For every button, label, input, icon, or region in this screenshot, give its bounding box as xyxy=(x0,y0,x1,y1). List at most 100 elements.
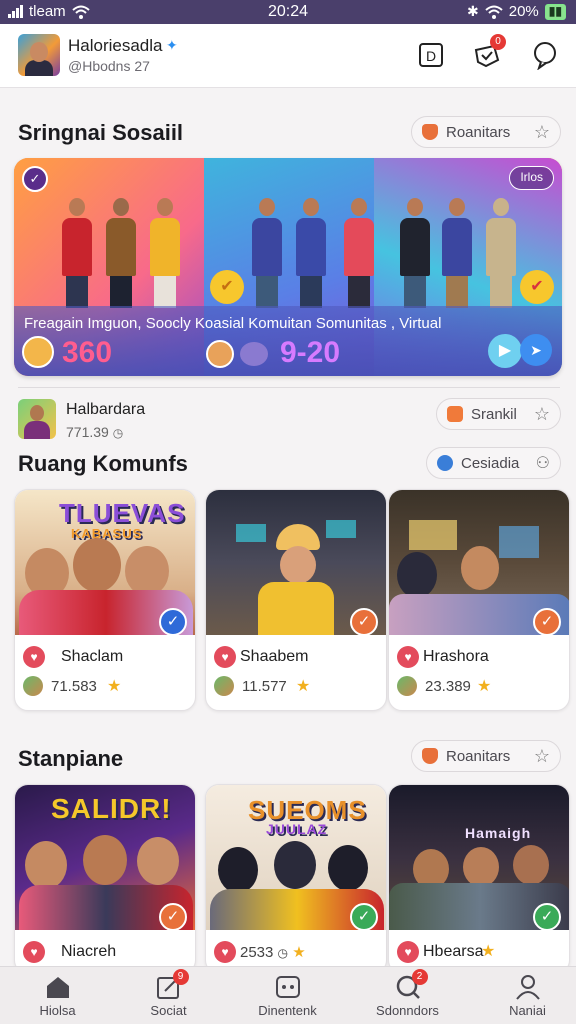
chevron-down-icon: ✔ xyxy=(210,270,244,304)
person-figure xyxy=(513,845,549,885)
check-badge[interactable]: ✓ xyxy=(533,903,561,931)
avatar[interactable] xyxy=(18,34,60,76)
check-badge[interactable]: ✓ xyxy=(350,608,378,636)
card-title: Hbearsa xyxy=(423,943,484,960)
clock-icon: ◷ xyxy=(277,946,289,960)
tab-social[interactable]: 9 Sociat xyxy=(111,967,226,1024)
card-title: Shaabem xyxy=(240,648,309,665)
battery-icon: ▮▮ xyxy=(544,3,566,20)
community-icon: ♥ xyxy=(397,941,419,963)
community-icon: ♥ xyxy=(214,941,236,963)
emoji-icon xyxy=(22,336,54,368)
person-figure xyxy=(73,538,121,592)
card-scene-subtext: JUULAZ xyxy=(266,821,328,837)
filter-chip[interactable]: Srankil ☆ xyxy=(436,398,561,430)
svg-text:D: D xyxy=(426,48,436,64)
user-stat: 771.39 ◷ xyxy=(66,424,123,440)
notification-badge: 0 xyxy=(490,34,506,50)
card-title: Shaclam xyxy=(61,648,124,665)
banner-stat: 9-20 xyxy=(280,336,341,369)
featured-banner[interactable]: ✓ ✔ ✔ Irlos Freagain Imguon, Soocly Koas… xyxy=(14,158,562,376)
check-badge[interactable]: ✓ xyxy=(350,903,378,931)
chip-label: Roanitars xyxy=(446,123,511,141)
card-scene-text: TLUEVAS xyxy=(59,498,186,528)
person-figure xyxy=(463,847,499,887)
tab-search[interactable]: 2 Sdonndors xyxy=(350,967,465,1024)
tab-home[interactable]: Hiolsa xyxy=(0,967,115,1024)
person-figure xyxy=(397,552,437,598)
bottom-tab-bar: Hiolsa 9 Sociat Dinentenk 2 Sdonndors Na… xyxy=(0,966,576,1024)
community-card[interactable]: SUEOMS JUULAZ ✓ ♥ 2533 ◷ ★ xyxy=(205,784,387,974)
tab-messages[interactable]: Dinentenk xyxy=(230,967,345,1024)
chip-label: Srankil xyxy=(471,405,517,423)
tab-badge: 2 xyxy=(411,969,428,985)
screen-light xyxy=(499,526,539,558)
community-icon: ♥ xyxy=(214,646,236,668)
star-icon: ★ xyxy=(481,943,496,960)
person-figure xyxy=(328,845,368,891)
home-icon xyxy=(46,977,69,998)
card-stat: 71.583 xyxy=(51,678,97,695)
community-card[interactable]: Hamaigh ✓ ♥ Hbearsa ★ xyxy=(388,784,570,974)
star-outline-icon[interactable]: ☆ xyxy=(534,404,550,425)
user-add-icon[interactable]: ⚇ xyxy=(536,453,550,473)
community-card[interactable]: TLUEVAS KABASUS ✓ ♥ Shaclam 71.583 ★ xyxy=(14,489,196,711)
notification-button[interactable]: 0 xyxy=(472,34,506,70)
check-badge[interactable]: ✓ xyxy=(159,903,187,931)
card-stat-value: 2533 xyxy=(240,944,274,961)
star-icon: ★ xyxy=(477,678,492,695)
community-card[interactable]: ✓ ♥ Shaabem 11.577 ★ xyxy=(205,489,387,711)
card-title: Niacreh xyxy=(61,943,117,960)
tab-label: Sdonndors xyxy=(376,1003,439,1018)
tab-profile[interactable]: Naniai xyxy=(470,967,576,1024)
app-header: Haloriesadla ✦ @Hbodns 27 D 0 xyxy=(0,24,576,88)
avatar[interactable] xyxy=(18,399,56,439)
wifi-icon xyxy=(485,5,503,19)
user-stat-value: 771.39 xyxy=(66,424,109,440)
tab-label: Naniai xyxy=(509,1003,546,1018)
tag-icon xyxy=(447,406,463,422)
star-outline-icon[interactable]: ☆ xyxy=(534,746,550,767)
verified-icon: ✦ xyxy=(166,37,178,53)
filter-chip[interactable]: Roanitars ☆ xyxy=(411,740,561,772)
check-badge[interactable]: ✓ xyxy=(159,608,187,636)
d-icon-button[interactable]: D xyxy=(416,40,446,70)
next-icon[interactable]: ➤ xyxy=(520,334,552,366)
avatar xyxy=(23,676,43,696)
chevron-down-icon: ✔ xyxy=(520,270,554,304)
card-stat: 11.577 xyxy=(242,678,287,695)
check-badge[interactable]: ✓ xyxy=(533,608,561,636)
community-card[interactable]: ✓ ♥ Hrashora 23.389 ★ xyxy=(388,489,570,711)
community-card[interactable]: SALIDR! ✓ ♥ Niacreh xyxy=(14,784,196,974)
chat-button[interactable] xyxy=(530,40,560,71)
person-figure xyxy=(125,546,169,596)
profile-name[interactable]: Haloriesadla xyxy=(68,36,163,56)
card-stat: 2533 ◷ ★ xyxy=(240,943,306,961)
card-scene-text: Hamaigh xyxy=(465,825,532,841)
section-title: Sringnai Sosaiil xyxy=(18,120,184,145)
chat-icon xyxy=(275,976,300,998)
play-icon[interactable]: ▶ xyxy=(488,334,522,368)
tab-label: Dinentenk xyxy=(258,1003,317,1018)
chip-label: Roanitars xyxy=(446,747,511,765)
filter-chip[interactable]: Cesiadia ⚇ xyxy=(426,447,561,479)
person-figure xyxy=(25,841,67,889)
avatar xyxy=(397,676,417,696)
person-figure xyxy=(83,835,127,885)
screen-light xyxy=(326,520,356,538)
person-figure xyxy=(280,546,316,584)
star-outline-icon[interactable]: ☆ xyxy=(534,122,550,143)
user-name[interactable]: Halbardara xyxy=(66,401,145,419)
community-icon: ♥ xyxy=(23,941,45,963)
star-icon: ★ xyxy=(296,678,311,695)
banner-stat: 360 xyxy=(62,336,113,369)
community-icon: ♥ xyxy=(397,646,419,668)
card-title: Hrashora xyxy=(423,648,489,665)
section-title: Ruang Komunfs xyxy=(18,451,188,476)
chat-bubble-icon xyxy=(534,42,556,71)
tab-label: Hiolsa xyxy=(39,1003,76,1018)
clock-icon: ◷ xyxy=(112,426,124,440)
card-stat: 23.389 xyxy=(425,678,471,695)
filter-chip[interactable]: Roanitars ☆ xyxy=(411,116,561,148)
banner-tag[interactable]: Irlos xyxy=(509,166,554,190)
